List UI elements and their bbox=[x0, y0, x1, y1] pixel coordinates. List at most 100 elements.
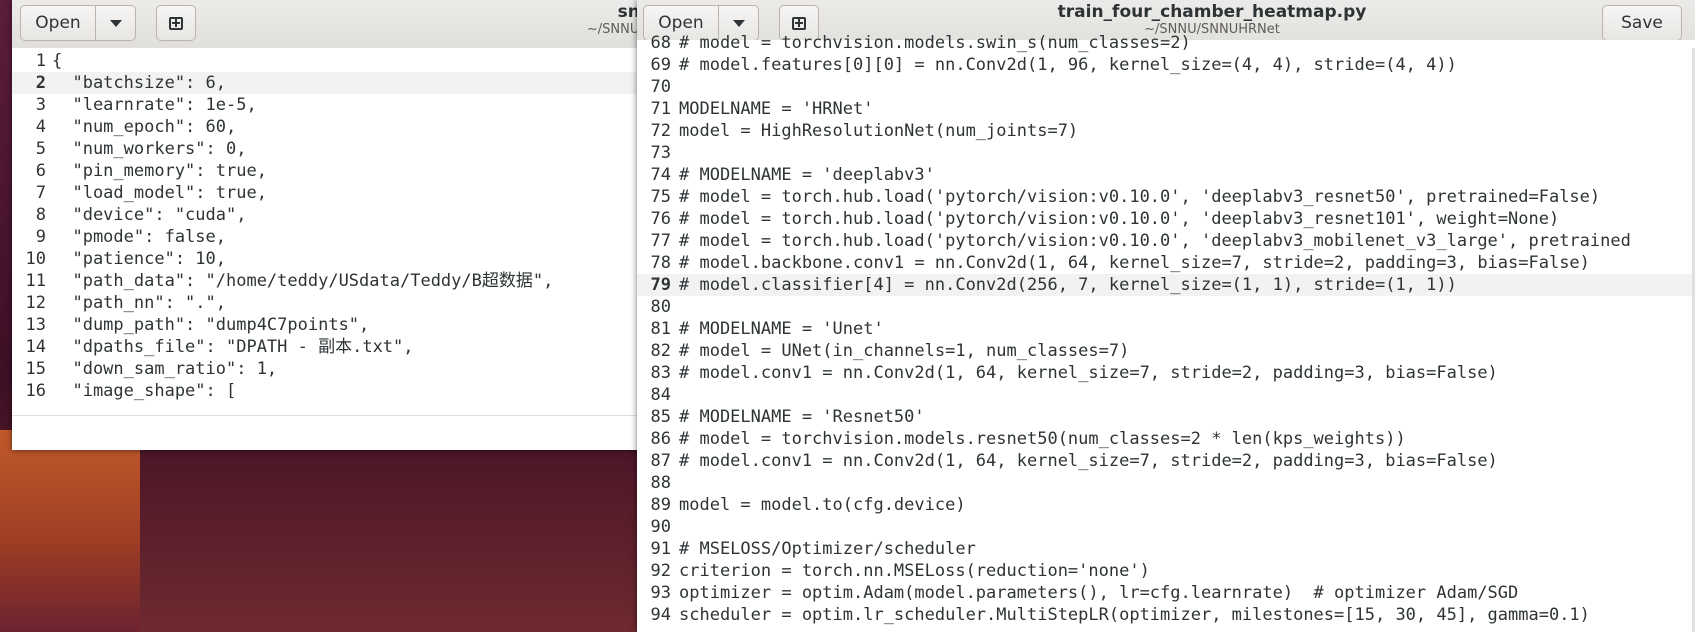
code-line[interactable]: 74 # MODELNAME = 'deeplabv3' bbox=[637, 164, 1695, 186]
code-line[interactable]: 89 model = model.to(cfg.device) bbox=[637, 494, 1695, 516]
text-view[interactable]: 1{2 "batchsize": 6, 3 "learnrate": 1e-5, 4… bbox=[12, 48, 652, 450]
line-number: 1 bbox=[35, 51, 46, 71]
code-line[interactable]: 72 model = HighResolutionNet(num_joints=7… bbox=[637, 120, 1695, 142]
code-line[interactable]: 85 # MODELNAME = 'Resnet50' bbox=[637, 406, 1695, 428]
line-number: 77 bbox=[650, 231, 671, 251]
chevron-down-icon bbox=[109, 19, 122, 27]
line-number: 85 bbox=[650, 407, 671, 427]
line-number: 78 bbox=[650, 253, 671, 273]
code-line[interactable]: 83 # model.conv1 = nn.Conv2d(1, 64, kerne… bbox=[637, 362, 1695, 384]
line-number: 9 bbox=[35, 227, 46, 247]
new-document-button[interactable] bbox=[156, 5, 196, 41]
code-line[interactable]: 15 "down_sam_ratio": 1, bbox=[12, 358, 652, 380]
code-line[interactable]: 5 "num_workers": 0, bbox=[12, 138, 652, 160]
editor-window-python[interactable]: Open train_four_chamber_heatmap.py ~/SNN… bbox=[637, 0, 1695, 632]
code-line[interactable]: 76 # model = torch.hub.load('pytorch/visi… bbox=[637, 208, 1695, 230]
code-text: # model.classifier[4] = nn.Conv2d(256, 7… bbox=[679, 275, 1457, 295]
code-line[interactable]: 11 "path_data": "/home/teddy/USdata/Tedd… bbox=[12, 270, 652, 292]
code-text: "image_shape": [ bbox=[52, 381, 237, 401]
code-line[interactable]: 69 # model.features[0][0] = nn.Conv2d(1, … bbox=[637, 54, 1695, 76]
open-button-label: Open bbox=[35, 13, 81, 33]
code-line[interactable]: 80 bbox=[637, 296, 1695, 318]
code-line[interactable]: 81 # MODELNAME = 'Unet' bbox=[637, 318, 1695, 340]
code-text: # model = UNet(in_channels=1, num_classe… bbox=[679, 341, 1130, 361]
line-number: 12 bbox=[25, 293, 46, 313]
code-line[interactable]: 87 # model.conv1 = nn.Conv2d(1, 64, kerne… bbox=[637, 450, 1695, 472]
editor-window-config[interactable]: Open snn ~/SNNU/S 1{2 "batchsize": 6, 3 "… bbox=[12, 0, 652, 450]
code-line[interactable]: 2 "batchsize": 6, bbox=[12, 72, 652, 94]
code-line[interactable]: 88 bbox=[637, 472, 1695, 494]
code-text: "device": "cuda", bbox=[52, 205, 247, 225]
code-line[interactable]: 92 criterion = torch.nn.MSELoss(reduction… bbox=[637, 560, 1695, 582]
line-number: 4 bbox=[35, 117, 46, 137]
line-number: 92 bbox=[650, 561, 671, 581]
line-number: 7 bbox=[35, 183, 46, 203]
code-line[interactable]: 70 bbox=[637, 76, 1695, 98]
code-line[interactable]: 93 optimizer = optim.Adam(model.parameter… bbox=[637, 582, 1695, 604]
code-line[interactable]: 1{ bbox=[12, 50, 652, 72]
code-line[interactable]: 9 "pmode": false, bbox=[12, 226, 652, 248]
code-line[interactable]: 8 "device": "cuda", bbox=[12, 204, 652, 226]
code-text: "dpaths_file": "DPATH - 副本.txt", bbox=[52, 337, 414, 357]
line-number: 70 bbox=[650, 77, 671, 97]
code-text: # MSELOSS/Optimizer/scheduler bbox=[679, 539, 976, 559]
code-line[interactable]: 94 scheduler = optim.lr_scheduler.MultiSt… bbox=[637, 604, 1695, 626]
line-number: 82 bbox=[650, 341, 671, 361]
code-line[interactable]: 6 "pin_memory": true, bbox=[12, 160, 652, 182]
desktop-wallpaper-accent bbox=[0, 430, 140, 632]
line-number: 68 bbox=[650, 33, 671, 53]
code-line[interactable]: 13 "dump_path": "dump4C7points", bbox=[12, 314, 652, 336]
code-line[interactable]: 71 MODELNAME = 'HRNet' bbox=[637, 98, 1695, 120]
code-line[interactable]: 16 "image_shape": [ bbox=[12, 380, 652, 402]
code-line[interactable]: 78 # model.backbone.conv1 = nn.Conv2d(1, … bbox=[637, 252, 1695, 274]
code-line[interactable]: 75 # model = torch.hub.load('pytorch/visi… bbox=[637, 186, 1695, 208]
code-text: { bbox=[52, 51, 63, 71]
code-text: # MODELNAME = 'Resnet50' bbox=[679, 407, 925, 427]
open-button-label: Open bbox=[658, 13, 704, 33]
line-number: 89 bbox=[650, 495, 671, 515]
code-line[interactable]: 4 "num_epoch": 60, bbox=[12, 116, 652, 138]
code-line[interactable]: 3 "learnrate": 1e-5, bbox=[12, 94, 652, 116]
line-number: 76 bbox=[650, 209, 671, 229]
code-text: "batchsize": 6, bbox=[52, 73, 226, 93]
line-number: 73 bbox=[650, 143, 671, 163]
line-number: 86 bbox=[650, 429, 671, 449]
new-tab-icon bbox=[169, 16, 183, 30]
code-line[interactable]: 91 # MSELOSS/Optimizer/scheduler bbox=[637, 538, 1695, 560]
open-button[interactable]: Open bbox=[20, 5, 96, 41]
code-text: model = model.to(cfg.device) bbox=[679, 495, 966, 515]
code-line[interactable]: 12 "path_nn": ".", bbox=[12, 292, 652, 314]
line-number: 14 bbox=[25, 337, 46, 357]
code-text: # model = torch.hub.load('pytorch/vision… bbox=[679, 231, 1631, 251]
open-menu-button[interactable] bbox=[96, 5, 136, 41]
code-line[interactable]: 73 bbox=[637, 142, 1695, 164]
code-line[interactable]: 7 "load_model": true, bbox=[12, 182, 652, 204]
horizontal-scroll-area[interactable] bbox=[12, 415, 652, 450]
code-text: scheduler = optim.lr_scheduler.MultiStep… bbox=[679, 605, 1590, 625]
code-text: # model = torchvision.models.swin_s(num_… bbox=[679, 33, 1191, 53]
line-number: 94 bbox=[650, 605, 671, 625]
code-text: MODELNAME = 'HRNet' bbox=[679, 99, 874, 119]
code-line[interactable]: 10 "patience": 10, bbox=[12, 248, 652, 270]
line-number: 5 bbox=[35, 139, 46, 159]
code-line[interactable]: 79 # model.classifier[4] = nn.Conv2d(256,… bbox=[637, 274, 1695, 296]
line-number: 72 bbox=[650, 121, 671, 141]
line-number: 6 bbox=[35, 161, 46, 181]
line-number: 87 bbox=[650, 451, 671, 471]
code-line[interactable]: 77 # model = torch.hub.load('pytorch/visi… bbox=[637, 230, 1695, 252]
code-line[interactable]: 86 # model = torchvision.models.resnet50(… bbox=[637, 428, 1695, 450]
code-line[interactable]: 14 "dpaths_file": "DPATH - 副本.txt", bbox=[12, 336, 652, 358]
code-line[interactable]: 90 bbox=[637, 516, 1695, 538]
line-number: 74 bbox=[650, 165, 671, 185]
code-line[interactable]: 84 bbox=[637, 384, 1695, 406]
line-number: 81 bbox=[650, 319, 671, 339]
window-title-text: train_four_chamber_heatmap.py bbox=[1057, 2, 1367, 22]
line-number: 83 bbox=[650, 363, 671, 383]
text-view[interactable]: 68 # model = torchvision.models.swin_s(nu… bbox=[637, 33, 1695, 632]
line-number: 2 bbox=[35, 73, 46, 93]
code-line[interactable]: 82 # model = UNet(in_channels=1, num_clas… bbox=[637, 340, 1695, 362]
code-text: "path_data": "/home/teddy/USdata/Teddy/B… bbox=[52, 271, 554, 291]
code-text: "path_nn": ".", bbox=[52, 293, 226, 313]
code-line[interactable]: 68 # model = torchvision.models.swin_s(nu… bbox=[637, 32, 1695, 54]
code-text: "pin_memory": true, bbox=[52, 161, 267, 181]
